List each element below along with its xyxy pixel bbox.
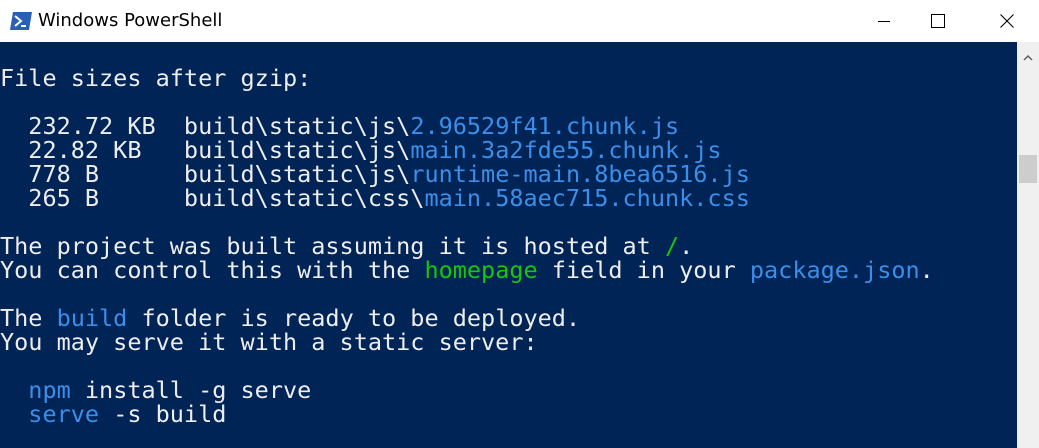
highlighted-text: serve [28,400,100,428]
console-text: File sizes after gzip: 232.72 KB build\s… [0,66,934,426]
console-line: You can control this with the homepage f… [0,258,934,282]
console-line: You may serve it with a static server: [0,330,934,354]
title-bar[interactable]: Windows PowerShell [0,0,1039,42]
console-text-segment: -s build [99,400,227,428]
console-text-segment: . [919,256,934,284]
console-line: File sizes after gzip: [0,66,934,90]
console-line: serve -s build [0,402,934,426]
console-text-segment: File sizes after gzip: [0,64,312,92]
console-line: 22.82 KB build\static\js\main.3a2fde55.c… [0,138,934,162]
highlighted-text: main.58aec715.chunk.css [424,184,750,212]
console-line: The build folder is ready to be deployed… [0,306,934,330]
console-line: The project was built assuming it is hos… [0,234,934,258]
maximize-button[interactable] [911,0,965,42]
minimize-button[interactable] [857,0,911,42]
vertical-scrollbar[interactable] [1017,42,1039,448]
highlighted-text: package.json [749,256,920,284]
powershell-icon [10,12,32,30]
console-text-segment: field in your [537,256,750,284]
scroll-thumb[interactable] [1019,155,1037,183]
console-output[interactable]: File sizes after gzip: 232.72 KB build\s… [0,42,1017,448]
maximize-icon [931,14,945,28]
close-icon [1000,14,1014,28]
close-button[interactable] [980,0,1034,42]
console-text-segment: You can control this with the [0,256,425,284]
minimize-icon [878,21,890,22]
console-line: 232.72 KB build\static\js\2.96529f41.chu… [0,114,934,138]
console-text-segment [0,400,28,428]
console-line: 778 B build\static\js\runtime-main.8bea6… [0,162,934,186]
console-line: npm install -g serve [0,378,934,402]
highlighted-text: homepage [424,256,538,284]
window-title: Windows PowerShell [38,10,223,31]
console-text-segment: 265 B build\static\css\ [0,184,425,212]
console-line: 265 B build\static\css\main.58aec715.chu… [0,186,934,210]
chevron-up-icon [1023,54,1033,61]
console-text-segment: You may serve it with a static server: [0,328,538,356]
scroll-up-button[interactable] [1017,42,1039,72]
